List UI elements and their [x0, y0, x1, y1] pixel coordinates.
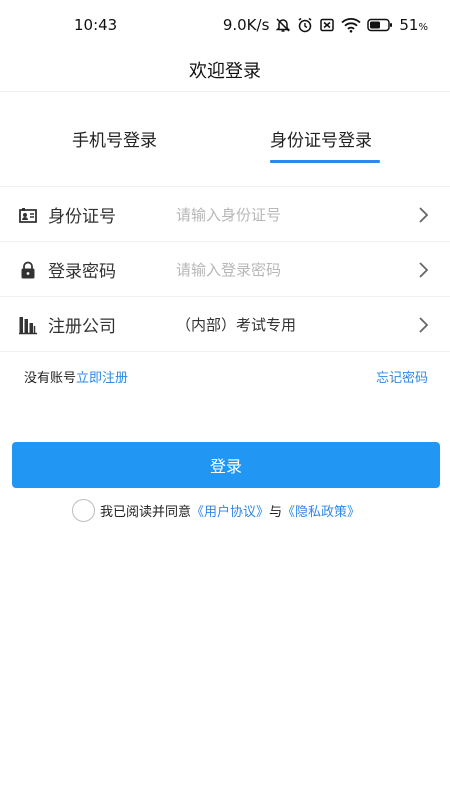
status-time: 10:43	[74, 16, 118, 34]
battery-percent: 51%	[399, 16, 428, 34]
password-input[interactable]: 请输入登录密码	[176, 259, 281, 280]
chevron-right-icon	[419, 262, 429, 278]
agreement-and: 与	[269, 505, 283, 520]
mute-bell-icon	[275, 17, 291, 33]
company-icon	[19, 317, 37, 335]
alarm-icon	[297, 17, 313, 33]
page-title: 欢迎登录	[189, 61, 261, 82]
login-tabs: 手机号登录 身份证号登录	[0, 91, 450, 186]
privacy-policy-link[interactable]: 《隐私政策》	[282, 501, 360, 520]
status-icons: 9.0K/s 51%	[223, 16, 428, 34]
register-prompt: 没有账号立即注册	[24, 367, 128, 386]
agreement-checkbox[interactable]	[72, 499, 95, 522]
id-card-label: 身份证号	[48, 206, 116, 227]
login-form: 身份证号 请输入身份证号 登录密码 请输入登录密码 注册公司 （内部）考试专用	[0, 186, 450, 352]
login-button[interactable]: 登录	[12, 442, 440, 488]
id-card-icon	[19, 208, 37, 223]
wifi-icon	[341, 17, 362, 33]
sim-off-icon	[319, 17, 335, 33]
account-links: 没有账号立即注册 忘记密码	[0, 352, 450, 400]
active-tab-indicator	[270, 160, 380, 163]
status-bar: 10:43 9.0K/s 51%	[0, 0, 450, 50]
company-select[interactable]: （内部）考试专用	[176, 314, 296, 335]
tab-phone-login[interactable]: 手机号登录	[72, 126, 157, 151]
company-label: 注册公司	[48, 316, 116, 337]
forgot-password-link[interactable]: 忘记密码	[376, 367, 428, 386]
page-header: 欢迎登录	[0, 50, 450, 90]
chevron-right-icon	[419, 207, 429, 223]
lock-icon	[21, 261, 35, 279]
password-label: 登录密码	[48, 261, 116, 282]
agreement-prefix: 我已阅读并同意	[100, 505, 192, 520]
tab-idcard-login[interactable]: 身份证号登录	[270, 126, 372, 151]
agreement-row: 我已阅读并同意 《用户协议》 与 《隐私政策》	[72, 499, 360, 522]
id-card-field[interactable]: 身份证号 请输入身份证号	[0, 187, 450, 242]
no-account-text: 没有账号	[24, 370, 77, 386]
chevron-right-icon	[419, 317, 429, 333]
user-agreement-link[interactable]: 《用户协议》	[191, 501, 269, 520]
battery-icon	[367, 18, 393, 32]
id-card-input[interactable]: 请输入身份证号	[176, 204, 281, 225]
battery-value: 51	[399, 16, 419, 34]
network-speed: 9.0K/s	[222, 16, 270, 34]
company-field[interactable]: 注册公司 （内部）考试专用	[0, 297, 450, 352]
password-field[interactable]: 登录密码 请输入登录密码	[0, 242, 450, 297]
register-link[interactable]: 立即注册	[76, 371, 128, 386]
battery-unit: %	[418, 22, 428, 33]
